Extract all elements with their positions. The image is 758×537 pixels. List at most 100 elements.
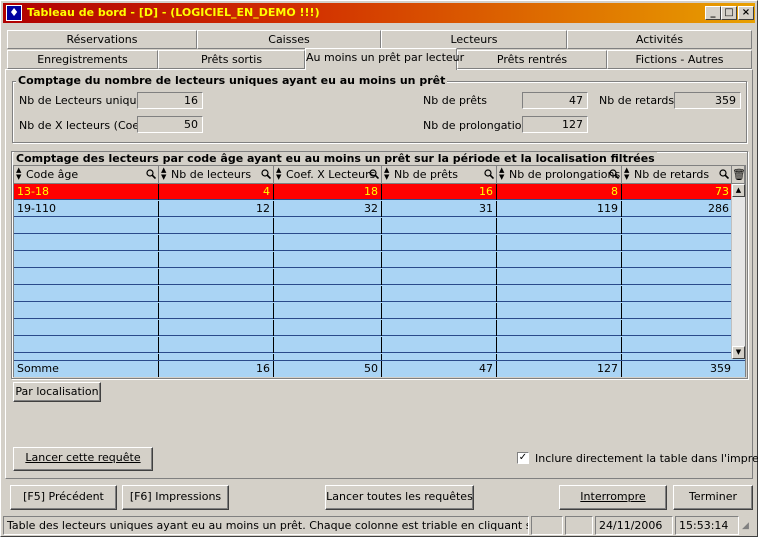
inclure-checkbox[interactable]: ✓ xyxy=(517,452,529,464)
search-icon[interactable] xyxy=(609,169,619,179)
empty-cell xyxy=(382,235,497,251)
cell-nb-retards: 73 xyxy=(715,185,729,198)
cell-coef-x-lecteurs: 18 xyxy=(274,184,382,200)
lancer-toutes-button[interactable]: Lancer toutes les requêtes xyxy=(325,485,474,510)
window-title: Tableau de bord - [D] - (LOGICIEL_EN_DEM… xyxy=(27,6,320,19)
cell-nb-prets: 16 xyxy=(382,184,497,200)
column-header-code-age[interactable]: ▲ ▼ Code âge xyxy=(14,166,159,184)
empty-cell xyxy=(622,303,732,319)
empty-cell xyxy=(622,235,732,251)
title-bar[interactable]: ♦ Tableau de bord - [D] - (LOGICIEL_EN_D… xyxy=(3,3,755,23)
minimize-button[interactable]: _ xyxy=(705,6,721,20)
column-header-label: Nb de prolongations xyxy=(509,168,621,181)
column-header-label: Nb de prêts xyxy=(394,168,459,181)
lancer-requete-button[interactable]: Lancer cette requête xyxy=(13,447,153,471)
empty-cell xyxy=(159,269,274,285)
nb-lecteurs-label: Nb de Lecteurs uniques xyxy=(19,94,149,107)
table-row[interactable]: 19-110 12 32 31 119 286 xyxy=(14,201,732,217)
empty-table-row xyxy=(14,269,732,285)
empty-cell xyxy=(274,286,382,302)
par-localisation-button[interactable]: Par localisation xyxy=(13,382,101,402)
search-icon[interactable] xyxy=(484,169,494,179)
resize-grip-icon[interactable]: ◢ xyxy=(742,521,749,531)
empty-cell xyxy=(382,218,497,234)
empty-cell xyxy=(382,286,497,302)
vertical-scrollbar[interactable]: ▲ ▼ xyxy=(731,184,745,359)
column-header-nb-lecteurs[interactable]: ▲ ▼ Nb de lecteurs xyxy=(159,166,274,184)
cell-nb-retards: 286 xyxy=(708,202,729,215)
column-header-label: Code âge xyxy=(26,168,79,181)
tab-prets-rentres[interactable]: Prêts rentrés xyxy=(457,50,607,69)
empty-table-row xyxy=(14,286,732,302)
empty-cell xyxy=(274,320,382,336)
empty-cell xyxy=(622,252,732,268)
column-header-nb-prets[interactable]: ▲ ▼ Nb de prêts xyxy=(382,166,497,184)
sort-icon: ▲ ▼ xyxy=(161,166,167,181)
empty-cell xyxy=(159,218,274,234)
status-time: 15:53:14 xyxy=(675,516,739,535)
cell-code-age: 19-110 xyxy=(14,201,159,217)
summary-group-title: Comptage du nombre de lecteurs uniques a… xyxy=(16,74,448,87)
precedent-button[interactable]: [F5] Précédent xyxy=(10,485,117,510)
summary-group xyxy=(12,81,747,143)
tab-prets-sortis[interactable]: Prêts sortis xyxy=(158,50,305,69)
sort-icon: ▲ ▼ xyxy=(276,166,282,181)
empty-cell xyxy=(497,303,622,319)
tab-activites[interactable]: Activités xyxy=(567,30,752,49)
empty-cell xyxy=(497,235,622,251)
empty-cell xyxy=(274,303,382,319)
sum-nb-retards: 359 xyxy=(710,362,731,375)
lancer-requete-label: Lancer cette requête xyxy=(25,451,141,464)
sum-coef-x-lecteurs: 50 xyxy=(274,361,382,377)
empty-table-row xyxy=(14,303,732,319)
nb-retards-value: 359 xyxy=(674,92,741,109)
close-button[interactable]: × xyxy=(738,6,754,20)
nb-prolongations-value: 127 xyxy=(522,116,588,133)
impressions-button[interactable]: [F6] Impressions xyxy=(122,485,229,510)
cell-nb-lecteurs: 4 xyxy=(159,184,274,200)
tab-caisses[interactable]: Caisses xyxy=(197,30,381,49)
maximize-button[interactable]: □ xyxy=(721,6,737,20)
column-header-nb-retards[interactable]: ▲ ▼ Nb de retards xyxy=(622,166,732,184)
sum-nb-lecteurs: 16 xyxy=(159,361,274,377)
tab-au-moins-un-pret[interactable]: Au moins un prêt par lecteur xyxy=(305,48,464,70)
empty-cell xyxy=(274,269,382,285)
status-date: 24/11/2006 xyxy=(595,516,673,535)
empty-cell xyxy=(622,218,732,234)
empty-cell xyxy=(497,286,622,302)
table-row[interactable]: 13-18 4 18 16 8 73 xyxy=(14,184,732,200)
sort-icon: ▲ ▼ xyxy=(499,166,505,181)
inclure-label: Inclure directement la table dans l'impr… xyxy=(535,452,758,465)
empty-cell xyxy=(622,320,732,336)
empty-cell xyxy=(14,337,159,353)
terminer-button[interactable]: Terminer xyxy=(673,485,753,510)
status-pane-empty-1 xyxy=(531,516,563,535)
status-pane-empty-2 xyxy=(565,516,593,535)
empty-cell xyxy=(382,337,497,353)
sum-row: Somme 16 50 47 127 359 xyxy=(14,360,745,377)
cell-coef-x-lecteurs: 32 xyxy=(274,201,382,217)
sum-nb-prolongations: 127 xyxy=(497,361,622,377)
nb-prolongations-label: Nb de prolongations xyxy=(423,119,535,132)
tab-reservations[interactable]: Réservations xyxy=(7,30,197,49)
search-icon[interactable] xyxy=(719,169,729,179)
column-header-nb-prolongations[interactable]: ▲ ▼ Nb de prolongations xyxy=(497,166,622,184)
cell-nb-prolongations: 119 xyxy=(497,201,622,217)
trash-icon[interactable]: 🗑 xyxy=(732,166,746,184)
empty-cell xyxy=(497,252,622,268)
tab-lecteurs[interactable]: Lecteurs xyxy=(381,30,567,49)
search-icon[interactable] xyxy=(146,169,156,179)
tab-enregistrements[interactable]: Enregistrements xyxy=(7,50,158,69)
scroll-down-arrow-icon[interactable]: ▼ xyxy=(732,346,745,359)
empty-table-row xyxy=(14,252,732,268)
interrompre-button[interactable]: Interrompre xyxy=(559,485,667,510)
column-header-coef-x-lecteurs[interactable]: ▲ ▼ Coef. X Lecteurs xyxy=(274,166,382,184)
cell-nb-lecteurs: 12 xyxy=(159,201,274,217)
column-header-label: Nb de retards xyxy=(634,168,710,181)
scroll-up-arrow-icon[interactable]: ▲ xyxy=(732,184,745,197)
empty-table-row xyxy=(14,218,732,234)
search-icon[interactable] xyxy=(369,169,379,179)
tab-fictions-autres[interactable]: Fictions - Autres xyxy=(607,50,752,69)
search-icon[interactable] xyxy=(261,169,271,179)
empty-cell xyxy=(497,320,622,336)
